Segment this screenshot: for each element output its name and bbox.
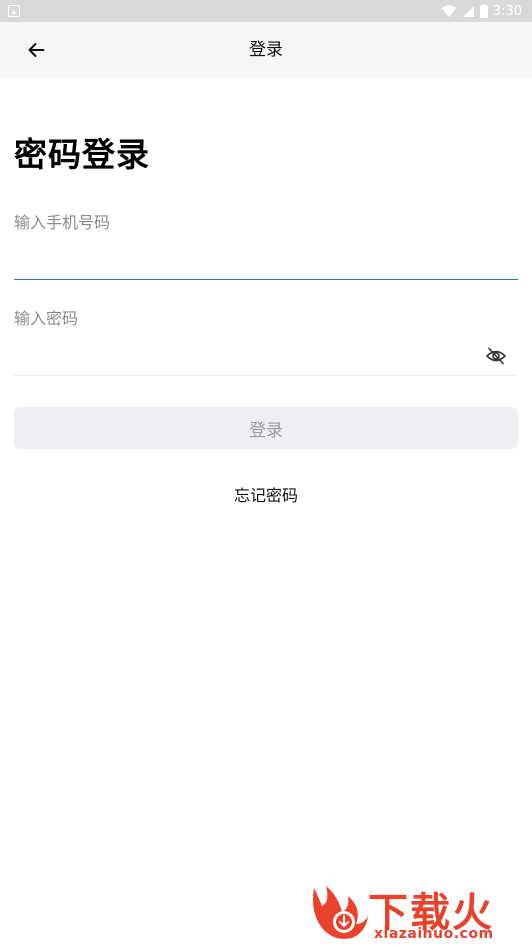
watermark-domain: xiazaihuo.com xyxy=(374,926,494,942)
signal-icon xyxy=(462,5,474,17)
notification-icon xyxy=(8,5,20,17)
wifi-icon xyxy=(441,5,457,17)
flame-logo-icon xyxy=(313,886,368,939)
eye-hidden-icon xyxy=(485,347,507,365)
password-label: 输入密码 xyxy=(14,309,79,328)
page-heading: 密码登录 xyxy=(14,135,150,174)
battery-icon xyxy=(479,4,488,18)
back-arrow-icon xyxy=(28,43,45,57)
phone-underline xyxy=(14,279,518,280)
phone-label: 输入手机号码 xyxy=(14,213,111,232)
password-underline xyxy=(14,375,518,376)
forgot-password-link[interactable]: 忘记密码 xyxy=(0,482,532,506)
login-button[interactable]: 登录 xyxy=(14,407,518,449)
status-left xyxy=(8,5,20,17)
watermark-logo: 下载火 xiazaihuo.com xyxy=(308,878,524,946)
status-bar: 3:30 xyxy=(0,0,532,22)
app-bar-title: 登录 xyxy=(249,40,283,60)
phone-input[interactable] xyxy=(14,244,518,274)
status-right: 3:30 xyxy=(441,4,522,19)
status-time: 3:30 xyxy=(492,3,522,19)
password-visibility-toggle[interactable] xyxy=(484,344,508,368)
password-input[interactable] xyxy=(14,340,474,370)
app-bar: 登录 xyxy=(0,22,532,78)
back-button[interactable] xyxy=(16,30,56,70)
